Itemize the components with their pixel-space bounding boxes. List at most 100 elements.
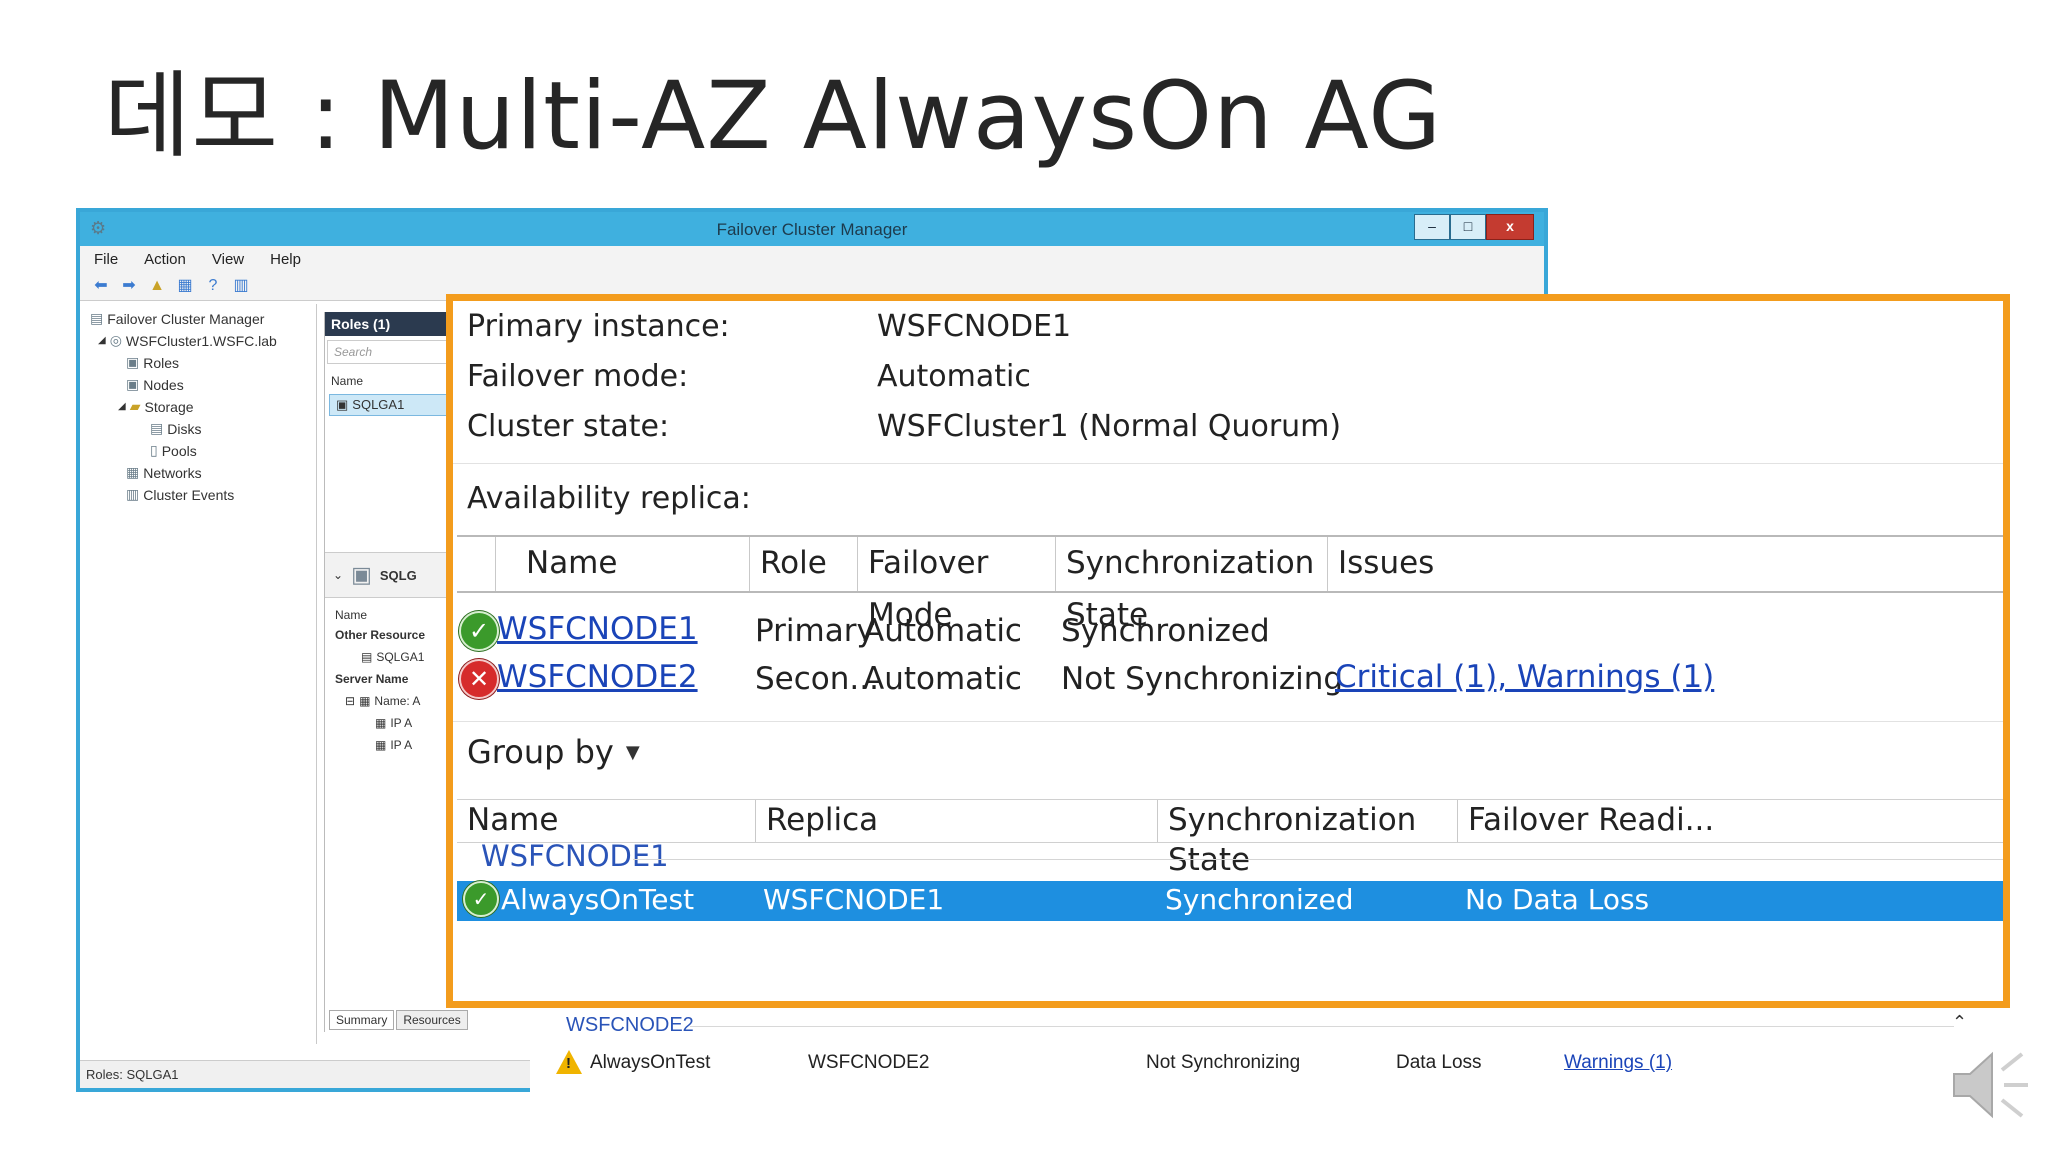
db-row2-readiness: Data Loss <box>1396 1052 1482 1073</box>
failover-mode-value: Automatic <box>877 359 1031 394</box>
tree-item-nodes[interactable]: ▣ Nodes <box>126 376 184 393</box>
collapse-arrow-icon[interactable]: ◢ <box>98 335 106 346</box>
replica-table-header: Name Role Failover Mode Synchronization … <box>457 535 2003 633</box>
tab-resources[interactable]: Resources <box>396 1010 468 1030</box>
tree-item-roles[interactable]: ▣ Roles <box>126 354 179 371</box>
tab-summary[interactable]: Summary <box>329 1010 395 1030</box>
divider <box>453 463 2003 464</box>
ip-address-item[interactable]: ▦ IP A <box>375 738 412 752</box>
network-name-icon: ▦ <box>359 694 371 708</box>
up-folder-icon[interactable]: ▲ <box>148 277 166 295</box>
issues-link[interactable]: Critical (1), Warnings (1) <box>1335 659 1714 695</box>
collapse-chevron-icon[interactable]: ⌃ <box>1952 1012 1967 1033</box>
warning-icon: ! <box>556 1050 582 1074</box>
menu-view[interactable]: View <box>212 251 244 268</box>
chevron-down-icon[interactable]: ⌄ <box>333 568 343 582</box>
selected-database-row[interactable]: ✓ AlwaysOnTest WSFCNODE1 Synchronized No… <box>457 881 2003 921</box>
navigation-tree: ▤ Failover Cluster Manager ◢ ◎ WSFCluster1.… <box>80 304 317 1044</box>
tree-item-cluster[interactable]: ◢ ◎ WSFCluster1.WSFC.lab <box>98 332 277 349</box>
cluster-state-value: WSFCluster1 (Normal Quorum) <box>877 409 1342 444</box>
replica-link-wsfcnode1[interactable]: WSFCNODE1 <box>497 611 698 647</box>
db-row2-issues-link[interactable]: Warnings (1) <box>1564 1052 1672 1074</box>
resource-icon: ▤ <box>361 650 373 664</box>
replica-link-wsfcnode2[interactable]: WSFCNODE2 <box>497 659 698 695</box>
sql-role-icon: ▣ <box>351 562 372 587</box>
show-hide-action-pane-icon[interactable]: ▥ <box>232 277 250 295</box>
back-arrow-icon[interactable]: ⬅ <box>92 277 110 295</box>
replica-sync-state: Not Synchronizing <box>1061 661 1344 697</box>
help-icon[interactable]: ? <box>204 277 222 295</box>
divider <box>453 721 2003 722</box>
cluster-manager-icon: ▤ <box>90 310 104 326</box>
db-col-name[interactable]: Name <box>457 800 755 842</box>
db-row2-replica: WSFCNODE2 <box>808 1052 930 1073</box>
group-divider <box>690 1026 1954 1027</box>
minimize-button[interactable]: – <box>1414 214 1450 240</box>
resource-item[interactable]: ▤ SQLGA1 <box>361 650 424 664</box>
primary-instance-value: WSFCNODE1 <box>877 309 1072 344</box>
menu-action[interactable]: Action <box>144 251 186 268</box>
role-icon: ▣ <box>336 397 349 412</box>
menu-help[interactable]: Help <box>270 251 301 268</box>
replica-role: Primary <box>755 613 875 649</box>
replica-failover-mode: Automatic <box>863 661 1022 697</box>
col-role[interactable]: Role <box>749 537 857 591</box>
status-column-header[interactable] <box>457 537 495 591</box>
group-by-dropdown[interactable]: Group by ▼ <box>467 733 640 771</box>
menu-bar: File Action View Help <box>80 246 1544 272</box>
expand-icon[interactable]: ⊟ <box>345 694 355 708</box>
maximize-button[interactable]: □ <box>1450 214 1486 240</box>
col-name[interactable]: Name <box>495 537 749 591</box>
detail-name-column: Name <box>335 608 368 622</box>
tree-item-storage[interactable]: ◢ ▰ Storage <box>118 398 194 415</box>
db-row1-name: AlwaysOnTest <box>501 883 695 916</box>
window-title: Failover Cluster Manager <box>716 220 908 239</box>
col-failover-mode[interactable]: Failover Mode <box>857 537 1055 633</box>
group-label-wsfcnode1: WSFCNODE1 <box>481 839 669 873</box>
cluster-state-label: Cluster state: <box>467 409 670 444</box>
tree-item-cluster-events[interactable]: ▥ Cluster Events <box>126 486 234 503</box>
error-x-icon: ✕ <box>459 659 499 699</box>
tree-item-disks[interactable]: ▤ Disks <box>150 420 201 437</box>
group-by-label: Group by <box>467 733 614 771</box>
synchronized-check-icon: ✓ <box>463 881 499 917</box>
replica-failover-mode: Automatic <box>863 613 1022 649</box>
tree-item-failover-cluster-manager[interactable]: ▤ Failover Cluster Manager <box>90 310 264 327</box>
menu-file[interactable]: File <box>94 251 118 268</box>
replica-sync-state: Synchronized <box>1061 613 1270 649</box>
availability-replica-label: Availability replica: <box>467 481 751 516</box>
ip-address-item[interactable]: ▦ IP A <box>375 716 412 730</box>
caret-down-icon: ▼ <box>625 741 640 763</box>
primary-instance-label: Primary instance: <box>467 309 730 344</box>
cluster-state-row: Cluster state: WSFCluster1 (Normal Quoru… <box>467 409 1341 444</box>
storage-icon: ▰ <box>129 398 141 414</box>
slide-title: 데모 : Multi-AZ AlwaysOn AG <box>104 62 1443 171</box>
forward-arrow-icon[interactable]: ➡ <box>120 277 138 295</box>
database-list-below <box>530 1000 1970 1096</box>
col-issues[interactable]: Issues <box>1327 537 1617 591</box>
db-col-synchronization-state[interactable]: Synchronization State <box>1157 800 1457 878</box>
window-title-bar[interactable]: ⚙ Failover Cluster Manager – □ x <box>80 212 1544 246</box>
pool-icon: ▯ <box>150 442 158 458</box>
failover-mode-label: Failover mode: <box>467 359 689 394</box>
db-col-failover-readiness[interactable]: Failover Readi... <box>1457 800 1714 842</box>
server-name-item[interactable]: ⊟ ▦ Name: A <box>345 694 420 708</box>
speaker-icon[interactable] <box>1948 1040 2038 1130</box>
collapse-arrow-icon[interactable]: ◢ <box>118 401 126 412</box>
close-button[interactable]: x <box>1486 214 1534 240</box>
detail-tabs: Summary Resources <box>329 1010 468 1030</box>
other-resources-label: Other Resource <box>335 628 426 642</box>
col-synchronization-state[interactable]: Synchronization State <box>1055 537 1327 633</box>
tree-item-networks[interactable]: ▦ Networks <box>126 464 202 481</box>
db-row2-name[interactable]: AlwaysOnTest <box>590 1052 710 1074</box>
show-hide-tree-icon[interactable]: ▦ <box>176 277 194 295</box>
server-name-label: Server Name <box>335 672 409 686</box>
cluster-icon: ◎ <box>109 332 122 348</box>
network-icon: ▦ <box>126 464 140 480</box>
roles-icon: ▣ <box>126 354 140 370</box>
nodes-icon: ▣ <box>126 376 140 392</box>
db-col-replica[interactable]: Replica <box>755 800 1157 842</box>
tree-item-pools[interactable]: ▯ Pools <box>150 442 197 459</box>
primary-instance-row: Primary instance: WSFCNODE1 <box>467 309 1071 344</box>
db-row1-readiness: No Data Loss <box>1465 883 1650 916</box>
